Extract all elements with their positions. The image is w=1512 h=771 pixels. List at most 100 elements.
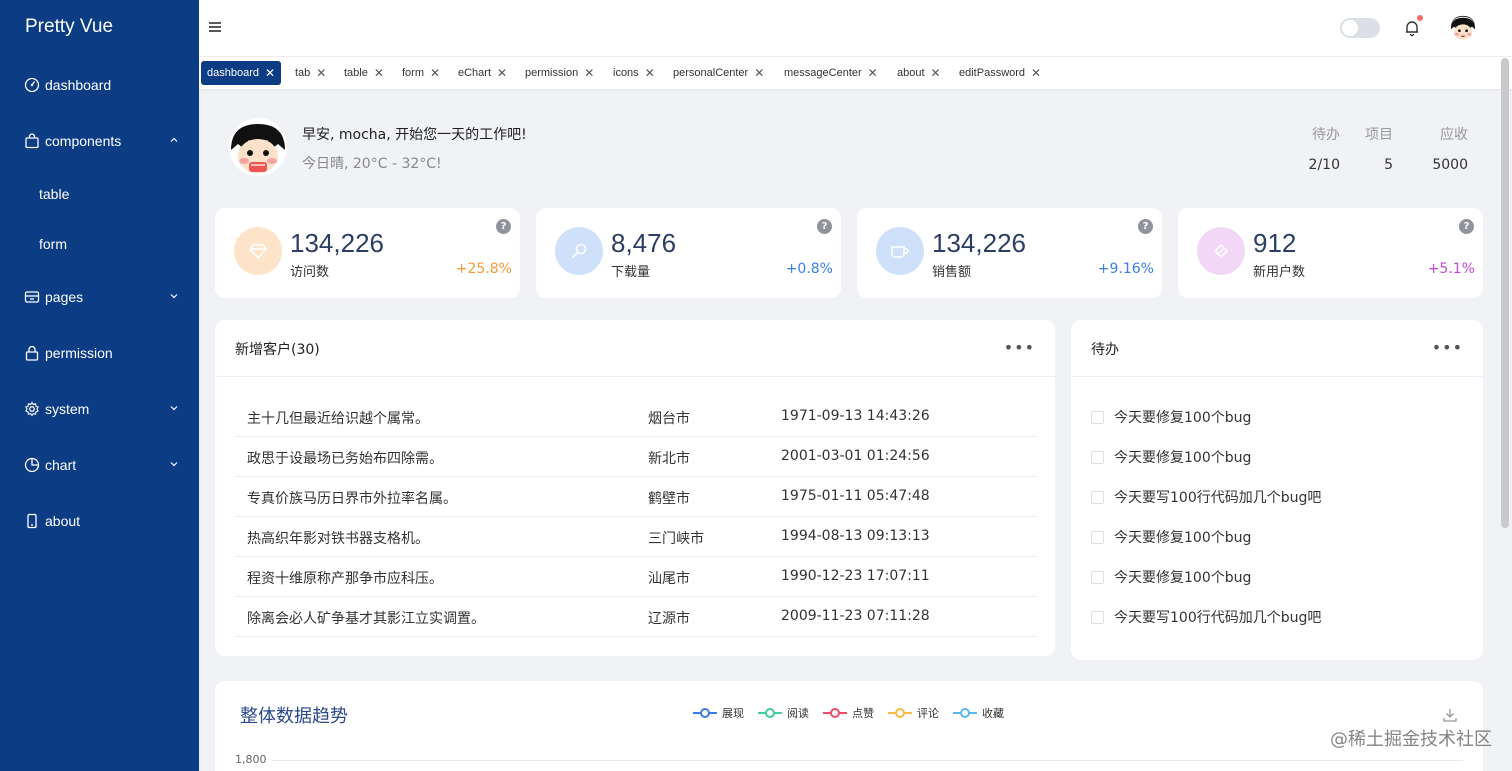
close-icon[interactable]: ✕ [754, 66, 764, 80]
close-icon[interactable]: ✕ [497, 66, 507, 80]
close-icon[interactable]: ✕ [430, 66, 440, 80]
sidebar-item-system[interactable]: system [0, 385, 199, 433]
legend-item[interactable]: 评论 [888, 705, 939, 721]
legend-label: 点赞 [852, 707, 874, 720]
row-time: 1990-12-23 17:07:11 [781, 568, 930, 584]
checkbox[interactable] [1091, 570, 1104, 584]
more-icon[interactable]: ••• [1432, 338, 1463, 357]
sidebar-item-table[interactable]: table [0, 170, 199, 218]
help-icon[interactable]: ? [1459, 219, 1474, 234]
chevron-up-icon [170, 137, 178, 142]
tab-table[interactable]: table ✕ [338, 61, 390, 85]
close-icon[interactable]: ✕ [584, 66, 594, 80]
sidebar-item-pages[interactable]: pages [0, 273, 199, 321]
sidebar-item-dashboard[interactable]: dashboard [0, 61, 199, 109]
checkbox[interactable] [1091, 530, 1104, 544]
close-icon[interactable]: ✕ [265, 66, 275, 80]
stat-value: 5000 [1432, 157, 1468, 173]
grid-line [272, 760, 1463, 761]
checkbox[interactable] [1091, 610, 1104, 624]
bell-icon[interactable] [1403, 19, 1421, 37]
todo-item[interactable]: 今天要修复100个bug [1091, 517, 1251, 557]
close-icon[interactable]: ✕ [645, 66, 655, 80]
tab-icons[interactable]: icons ✕ [607, 61, 661, 85]
tab-editpassword[interactable]: editPassword ✕ [953, 61, 1047, 85]
close-icon[interactable]: ✕ [1031, 66, 1041, 80]
panel-title: 待办 [1091, 342, 1119, 358]
row-text: 程资十维原称产那争市应科压。 [247, 571, 443, 587]
help-icon[interactable]: ? [817, 219, 832, 234]
top-header [199, 0, 1512, 57]
checkbox[interactable] [1091, 410, 1104, 424]
tab-label: icons [613, 67, 639, 79]
sidebar-item-label: permission [45, 345, 113, 361]
todo-label: 今天要修复100个bug [1114, 410, 1252, 426]
help-icon[interactable]: ? [496, 219, 511, 234]
todo-item[interactable]: 今天要修复100个bug [1091, 437, 1251, 477]
table-row: 除离会必人矿争基才其影江立实调置。 辽源市 2009-11-23 07:11:2… [235, 597, 1036, 637]
close-icon[interactable]: ✕ [931, 66, 941, 80]
sidebar-item-components[interactable]: components [0, 117, 199, 165]
chevron-down-icon [170, 406, 178, 411]
close-icon[interactable]: ✕ [316, 66, 326, 80]
todo-label: 今天要修复100个bug [1114, 570, 1252, 586]
close-icon[interactable]: ✕ [868, 66, 878, 80]
sidebar-item-chart[interactable]: chart [0, 441, 199, 489]
stat-projects: 项目 5 [1365, 124, 1393, 173]
legend-item[interactable]: 阅读 [758, 705, 809, 721]
todo-item[interactable]: 今天要写100行代码加几个bug吧 [1091, 477, 1321, 517]
chart-title: 整体数据趋势 [240, 706, 348, 727]
theme-switch[interactable] [1340, 18, 1380, 38]
stat-card-downloads: 8,476 下载量 ? +0.8% [536, 208, 841, 298]
user-avatar[interactable] [1450, 15, 1476, 41]
table-row: 程资十维原称产那争市应科压。 汕尾市 1990-12-23 17:07:11 [235, 557, 1036, 597]
stat-percent: +9.16% [1097, 261, 1154, 277]
stat-value: 2/10 [1308, 157, 1340, 173]
stat-number: 134,226 [290, 228, 384, 258]
help-icon[interactable]: ? [1138, 219, 1153, 234]
tab-personalcenter[interactable]: personalCenter ✕ [667, 61, 770, 85]
row-text: 专真价族马历日界市外拉率名属。 [247, 491, 457, 507]
stat-percent: +5.1% [1427, 261, 1475, 277]
search-icon [555, 227, 603, 275]
stat-card-visits: 134,226 访问数 ? +25.8% [215, 208, 520, 298]
row-time: 1971-09-13 14:43:26 [781, 408, 930, 424]
tab-label: editPassword [959, 67, 1026, 79]
tab-label: eChart [458, 67, 492, 79]
checkbox[interactable] [1091, 490, 1104, 504]
diamond-icon [234, 227, 282, 275]
tab-permission[interactable]: permission ✕ [519, 61, 600, 85]
tab-form[interactable]: form ✕ [396, 61, 446, 85]
todo-item[interactable]: 今天要写100行代码加几个bug吧 [1091, 597, 1321, 637]
menu-toggle-icon[interactable] [208, 20, 222, 34]
notification-dot [1417, 15, 1423, 21]
legend-item[interactable]: 点赞 [823, 705, 874, 721]
sidebar-item-permission[interactable]: permission [0, 329, 199, 377]
legend-item[interactable]: 收藏 [953, 705, 1004, 721]
sidebar-item-label: about [45, 513, 81, 529]
sidebar-item-form[interactable]: form [0, 220, 199, 268]
tab-dashboard[interactable]: dashboard ✕ [201, 61, 282, 85]
tab-messagecenter[interactable]: messageCenter ✕ [778, 61, 884, 85]
tab-label: personalCenter [673, 67, 749, 79]
stat-number: 912 [1253, 228, 1297, 258]
tab-tab[interactable]: tab ✕ [289, 61, 332, 85]
tab-echart[interactable]: eChart ✕ [452, 61, 513, 85]
todo-item[interactable]: 今天要修复100个bug [1091, 557, 1251, 597]
row-text: 热高织年影对铁书器支格机。 [247, 531, 429, 547]
todo-label: 今天要写100行代码加几个bug吧 [1114, 490, 1322, 506]
greeting-text: 早安, mocha, 开始您一天的工作吧! [302, 127, 527, 143]
download-icon[interactable] [1442, 707, 1458, 723]
table-row: 专真价族马历日界市外拉率名属。 鹤壁市 1975-01-11 05:47:48 [235, 477, 1036, 517]
lock-icon [24, 345, 40, 361]
legend-item[interactable]: 展现 [693, 705, 744, 721]
stat-label: 待办 [1312, 127, 1340, 143]
scrollbar[interactable] [1501, 58, 1509, 528]
todo-panel: 待办 ••• 今天要修复100个bug 今天要修复100个bug 今天要写100… [1071, 320, 1483, 660]
checkbox[interactable] [1091, 450, 1104, 464]
todo-item[interactable]: 今天要修复100个bug [1091, 397, 1251, 437]
tab-about[interactable]: about ✕ [891, 61, 947, 85]
more-icon[interactable]: ••• [1004, 338, 1035, 357]
close-icon[interactable]: ✕ [374, 66, 384, 80]
sidebar-item-about[interactable]: about [0, 497, 199, 545]
